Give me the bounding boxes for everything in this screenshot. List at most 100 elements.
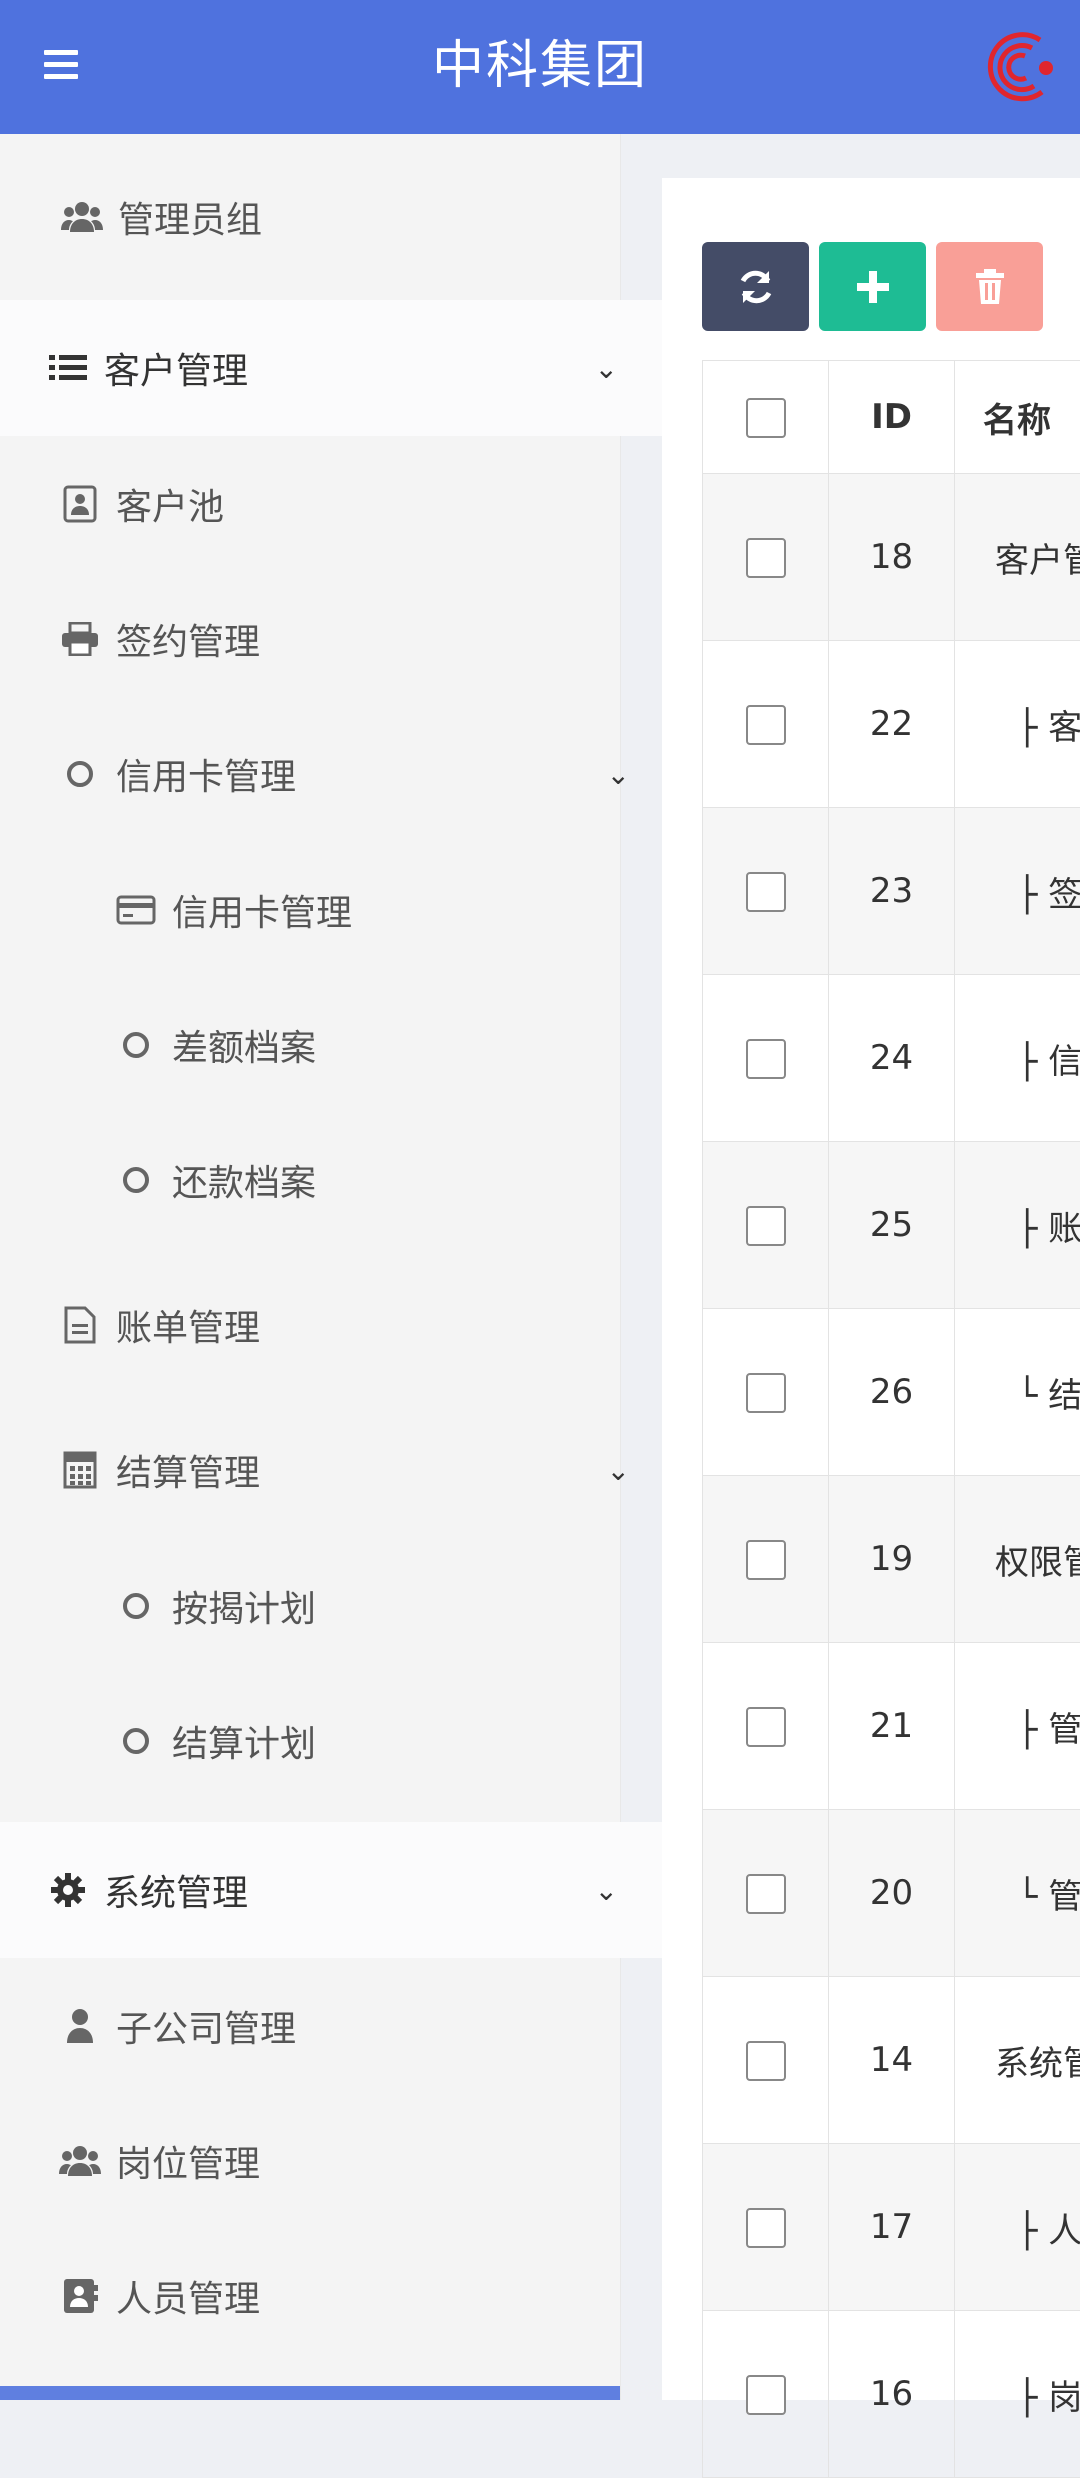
sidebar-group-credit-card[interactable]: 信用卡管理 ⌄ — [0, 706, 678, 842]
sidebar-item-admin-group[interactable]: 管理员组 — [0, 134, 680, 300]
circle-icon — [114, 1167, 158, 1193]
sidebar-item-label: 账单管理 — [116, 1299, 260, 1351]
table-row[interactable]: 22 ├ 客 — [703, 641, 1080, 808]
sidebar-menu: 管理员组 客户管理 ⌄ 客户池 签约管理 信用卡管理 ⌄ 信用卡管理 差额档案 — [0, 134, 621, 2400]
table-row[interactable]: 19 权限管 — [703, 1476, 1080, 1643]
row-name: ├ 管 — [955, 1643, 1080, 1810]
users-icon — [58, 2144, 102, 2178]
sidebar-item-mortgage-plan[interactable]: 按揭计划 — [0, 1538, 734, 1674]
table-row[interactable]: 25 ├ 账 — [703, 1142, 1080, 1309]
row-name: 系统管 — [955, 1977, 1080, 2144]
sidebar-item-label: 结算计划 — [172, 1715, 316, 1767]
sidebar-item-settlement-plan[interactable]: 结算计划 — [0, 1674, 734, 1808]
table-row[interactable]: 18 客户管 — [703, 474, 1080, 641]
row-checkbox[interactable] — [746, 2041, 786, 2081]
circle-icon — [114, 1728, 158, 1754]
sidebar-item-label: 管理员组 — [118, 191, 262, 243]
circle-icon — [114, 1593, 158, 1619]
sidebar-group-settlement[interactable]: 结算管理 ⌄ — [0, 1402, 678, 1538]
sidebar-item-label: 结算管理 — [116, 1444, 260, 1496]
sidebar-item-position[interactable]: 岗位管理 — [0, 2094, 678, 2228]
sidebar-item-label: 信用卡管理 — [172, 884, 352, 936]
row-id: 26 — [829, 1309, 955, 1476]
user-icon — [58, 2008, 102, 2044]
circle-icon — [114, 1032, 158, 1058]
row-name: ├ 岗 — [955, 2311, 1080, 2478]
sidebar-group-customer[interactable]: 客户管理 ⌄ — [0, 300, 666, 436]
sidebar-item-label: 子公司管理 — [116, 2000, 296, 2052]
table-row[interactable]: 16 ├ 岗 — [703, 2311, 1080, 2478]
row-checkbox[interactable] — [746, 538, 786, 578]
gear-icon — [46, 1873, 90, 1907]
id-card-icon — [58, 2277, 102, 2315]
row-name: └ 管 — [955, 1810, 1080, 1977]
row-name: └ 结 — [955, 1309, 1080, 1476]
sidebar-item-difference-records[interactable]: 差额档案 — [0, 978, 734, 1112]
row-checkbox[interactable] — [746, 872, 786, 912]
row-checkbox[interactable] — [746, 1874, 786, 1914]
delete-button[interactable] — [936, 242, 1043, 331]
select-all-cell — [703, 361, 829, 474]
table-row[interactable]: 14 系统管 — [703, 1977, 1080, 2144]
row-checkbox[interactable] — [746, 1540, 786, 1580]
row-name: 客户管 — [955, 474, 1080, 641]
row-checkbox[interactable] — [746, 2208, 786, 2248]
column-header-name[interactable]: 名称 — [955, 361, 1080, 474]
sidebar-item-staff[interactable]: 人员管理 — [0, 2228, 678, 2364]
sidebar-item-label: 信用卡管理 — [116, 748, 296, 800]
table-row[interactable]: 17 ├ 人 — [703, 2144, 1080, 2311]
row-id: 19 — [829, 1476, 955, 1643]
row-name: ├ 人 — [955, 2144, 1080, 2311]
sidebar-group-system[interactable]: 系统管理 ⌄ — [0, 1822, 666, 1958]
sidebar-item-credit-card-mgmt[interactable]: 信用卡管理 — [0, 842, 734, 978]
row-id: 18 — [829, 474, 955, 641]
sidebar-item-label: 客户池 — [116, 478, 224, 530]
chevron-down-icon: ⌄ — [595, 1874, 618, 1907]
sidebar-item-label: 签约管理 — [116, 613, 260, 665]
row-name: ├ 签 — [955, 808, 1080, 975]
row-checkbox[interactable] — [746, 1206, 786, 1246]
sidebar-item-repayment-records[interactable]: 还款档案 — [0, 1112, 734, 1248]
sidebar-item-label: 岗位管理 — [116, 2135, 260, 2187]
row-name: ├ 账 — [955, 1142, 1080, 1309]
sidebar-item-bill[interactable]: 账单管理 — [0, 1248, 678, 1402]
row-id: 23 — [829, 808, 955, 975]
row-checkbox[interactable] — [746, 1707, 786, 1747]
chevron-down-icon: ⌄ — [607, 758, 630, 791]
refresh-button[interactable] — [702, 242, 809, 331]
table-row[interactable]: 26 └ 结 — [703, 1309, 1080, 1476]
top-navbar: 中科集团 — [0, 0, 1080, 134]
row-id: 21 — [829, 1643, 955, 1810]
column-header-id[interactable]: ID — [829, 361, 955, 474]
chevron-down-icon: ⌄ — [607, 1454, 630, 1487]
printer-icon — [58, 622, 102, 656]
sidebar-item-label: 人员管理 — [116, 2270, 260, 2322]
trash-icon — [975, 269, 1005, 305]
sidebar-item-contract[interactable]: 签约管理 — [0, 572, 678, 706]
row-checkbox[interactable] — [746, 705, 786, 745]
row-checkbox[interactable] — [746, 1039, 786, 1079]
refresh-icon — [736, 267, 776, 307]
sidebar-item-customer-pool[interactable]: 客户池 — [0, 436, 678, 572]
row-checkbox[interactable] — [746, 2375, 786, 2415]
app-title: 中科集团 — [0, 30, 1080, 102]
table-row[interactable]: 23 ├ 签 — [703, 808, 1080, 975]
contact-card-icon — [58, 485, 102, 523]
plus-icon — [855, 269, 891, 305]
document-icon — [58, 1306, 102, 1344]
table-header-row: ID 名称 — [703, 361, 1080, 474]
table-row[interactable]: 24 ├ 信 — [703, 975, 1080, 1142]
table-row[interactable]: 20 └ 管 — [703, 1810, 1080, 1977]
company-logo — [980, 30, 1060, 104]
row-id: 25 — [829, 1142, 955, 1309]
table-row[interactable]: 21 ├ 管 — [703, 1643, 1080, 1810]
row-id: 24 — [829, 975, 955, 1142]
sidebar-item-subsidiary[interactable]: 子公司管理 — [0, 1958, 678, 2094]
add-button[interactable] — [819, 242, 926, 331]
select-all-checkbox[interactable] — [746, 398, 786, 438]
sidebar-item-label: 差额档案 — [172, 1019, 316, 1071]
row-id: 22 — [829, 641, 955, 808]
calculator-icon — [58, 1451, 102, 1489]
row-checkbox[interactable] — [746, 1373, 786, 1413]
content-panel: ID 名称 18 客户管 22 ├ 客 23 ├ 签 — [662, 178, 1080, 2400]
